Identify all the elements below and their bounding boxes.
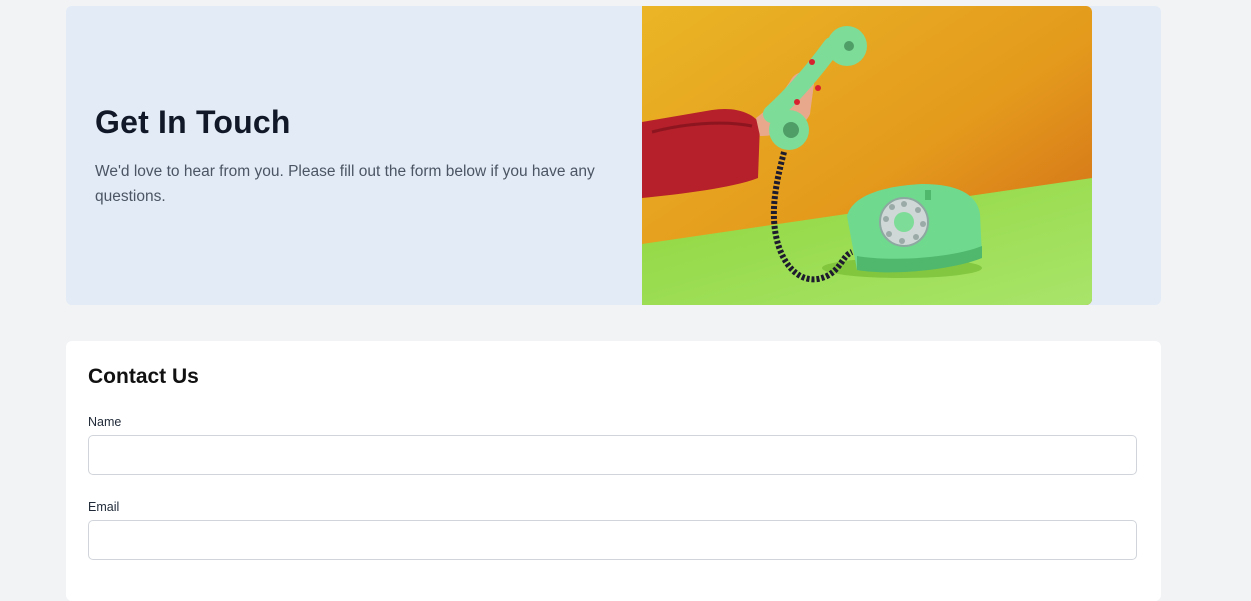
hero-subtitle: We'd love to hear from you. Please fill …: [95, 163, 595, 205]
hero-title: Get In Touch: [95, 104, 291, 140]
hero-text-block: Get In Touch We'd love to hear from you.…: [95, 104, 615, 209]
contact-form-card: Contact Us Name Email: [66, 341, 1161, 601]
contact-form-title: Contact Us: [88, 365, 199, 388]
email-field[interactable]: [88, 520, 1137, 560]
name-field-label: Name: [88, 415, 122, 429]
hero-banner: Get In Touch We'd love to hear from you.…: [66, 6, 1161, 305]
email-field-label: Email: [88, 500, 120, 514]
hero-telephone-image: [642, 6, 1092, 305]
telephone-illustration: [642, 6, 1092, 305]
name-field[interactable]: [88, 435, 1137, 475]
